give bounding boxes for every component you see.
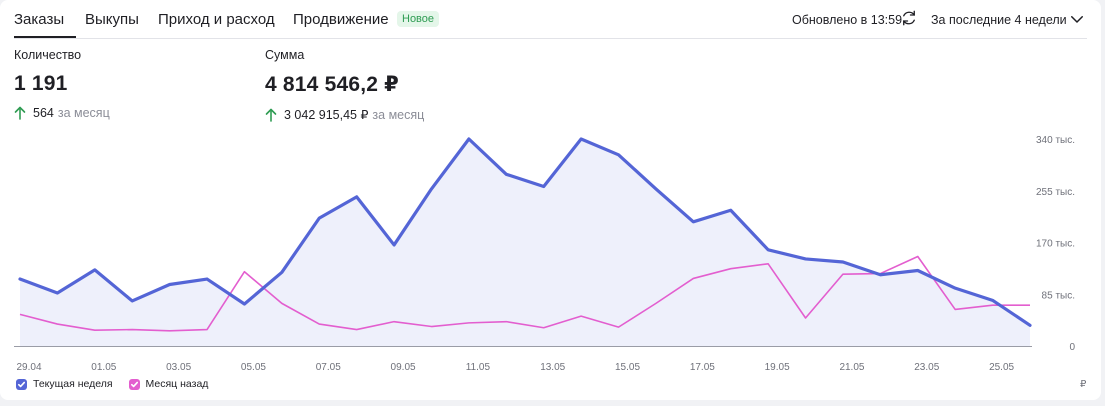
metric-quantity-value: 1 191 (14, 72, 68, 95)
metric-sum-delta-value: 3 042 915,45 ₽ (284, 108, 369, 122)
x-tick-label: 09.05 (391, 362, 416, 373)
x-tick-label: 19.05 (765, 362, 790, 373)
x-tick-label: 03.05 (166, 362, 191, 373)
metric-quantity-label: Количество (14, 48, 82, 62)
arrow-up-icon (14, 106, 26, 120)
x-tick-label: 21.05 (839, 362, 864, 373)
y-tick-label: 340 тыс. (1036, 135, 1075, 146)
metric-sum-label: Сумма (265, 48, 305, 62)
x-tick-label: 11.05 (466, 362, 491, 373)
x-tick-label: 01.05 (91, 362, 116, 373)
x-tick-label: 07.05 (316, 362, 341, 373)
legend-label-current: Текущая неделя (33, 378, 113, 390)
y-tick-label: 255 тыс. (1036, 187, 1075, 198)
tab-bar: Заказы Выкупы Приход и расход Продвижени… (14, 0, 1087, 39)
y-tick-label: 85 тыс. (1042, 290, 1075, 301)
metric-sum-delta: 3 042 915,45 ₽ за месяц (265, 107, 424, 122)
metric-sum-delta-suffix: за месяц (372, 107, 425, 122)
chart-legend: Текущая неделя Месяц назад (16, 378, 224, 390)
metric-quantity-delta-value: 564 (33, 106, 54, 120)
currency-label: ₽ (1080, 379, 1087, 390)
new-badge: Новое (397, 11, 440, 27)
orders-line-chart: 340 тыс. 255 тыс. 170 тыс. 85 тыс. 0 29.04 01.… (14, 135, 1075, 373)
checkbox-checked-icon[interactable] (16, 378, 27, 390)
tab-orders[interactable]: Заказы (14, 11, 64, 28)
orders-card: Заказы Выкупы Приход и расход Продвижени… (0, 0, 1101, 400)
tab-promotion[interactable]: Продвижение (293, 11, 389, 28)
arrow-up-icon (265, 108, 277, 122)
updated-time: Обновлено в 13:59 (792, 13, 903, 27)
chevron-down-icon[interactable] (1068, 10, 1086, 28)
metric-sum-value: 4 814 546,2 ₽ (265, 73, 399, 96)
active-tab-indicator (14, 36, 76, 38)
x-tick-label: 05.05 (241, 362, 266, 373)
current-area-fill (20, 139, 1030, 346)
x-tick-label: 15.05 (615, 362, 640, 373)
legend-label-previous: Месяц назад (145, 378, 209, 390)
period-select[interactable]: За последние 4 недели (931, 13, 1067, 27)
metric-quantity-delta: 564 за месяц (14, 106, 110, 120)
metric-quantity-delta-suffix: за месяц (57, 106, 110, 120)
x-tick-label: 23.05 (914, 362, 939, 373)
metric-quantity: Количество 1 191 564 за месяц (14, 48, 110, 120)
x-tick-label: 25.05 (989, 362, 1014, 373)
y-tick-label: 0 (1069, 342, 1075, 353)
x-tick-label: 17.05 (690, 362, 715, 373)
x-tick-label: 29.04 (16, 362, 41, 373)
y-tick-label: 170 тыс. (1036, 239, 1075, 250)
x-tick-label: 13.05 (540, 362, 565, 373)
tab-buyouts[interactable]: Выкупы (85, 11, 139, 28)
metric-sum: Сумма 4 814 546,2 ₽ 3 042 915,45 ₽ за ме… (265, 48, 424, 122)
legend-item-current[interactable]: Текущая неделя (16, 378, 113, 390)
checkbox-checked-icon[interactable] (128, 378, 140, 390)
refresh-icon[interactable] (900, 9, 918, 27)
tab-income-expense[interactable]: Приход и расход (158, 11, 275, 28)
legend-item-previous[interactable]: Месяц назад (128, 378, 209, 390)
